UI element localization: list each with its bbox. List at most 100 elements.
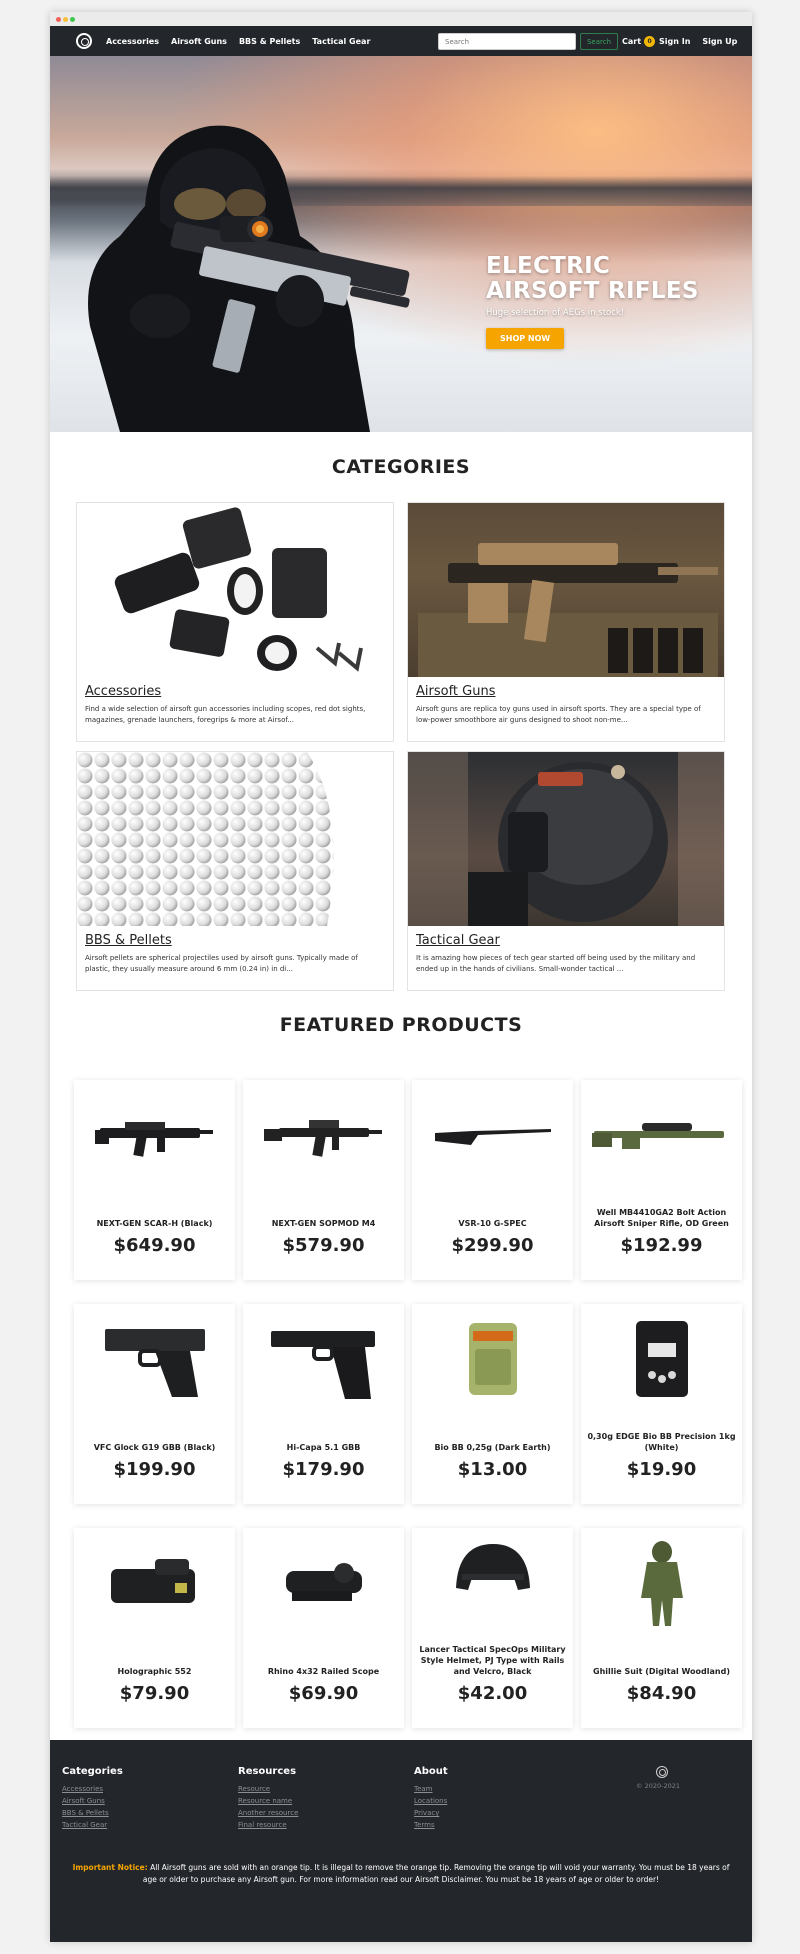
product-card[interactable]: Bio BB 0,25g (Dark Earth) $13.00: [412, 1304, 573, 1504]
product-card[interactable]: Lancer Tactical SpecOps Military Style H…: [412, 1528, 573, 1728]
hero-title-line2: AIRSOFT RIFLES: [486, 278, 699, 304]
product-name: VSR-10 G-SPEC: [458, 1219, 527, 1228]
product-name: Ghillie Suit (Digital Woodland): [593, 1667, 730, 1676]
product-name: Well MB4410GA2 Bolt Action Airsoft Snipe…: [594, 1208, 729, 1228]
cart-link[interactable]: Cart 0: [622, 26, 656, 56]
hero-soldier-image: [88, 125, 410, 432]
footer-column-about: About Team Locations Privacy Terms: [414, 1766, 448, 1831]
window-titlebar: [50, 12, 752, 26]
footer-link[interactable]: Airsoft Guns: [62, 1795, 123, 1807]
nav-links: Accessories Airsoft Guns BBS & Pellets T…: [106, 26, 370, 56]
product-image-bio-bb-dark-earth: [412, 1304, 573, 1414]
auth-links: Sign In Sign Up: [659, 26, 737, 56]
hero-subtitle: Huge selection of AEGs in stock!: [486, 308, 625, 318]
footer-heading: Categories: [62, 1766, 123, 1777]
nav-link-bbs-pellets[interactable]: BBS & Pellets: [239, 37, 300, 46]
product-price: $579.90: [282, 1235, 365, 1256]
product-price: $19.90: [626, 1459, 697, 1480]
footer-link[interactable]: BBS & Pellets: [62, 1807, 123, 1819]
product-image-vsr-10: [412, 1080, 573, 1190]
category-card-bbs-pellets[interactable]: BBS & Pellets Airsoft pellets are spheri…: [76, 751, 394, 991]
product-price: $69.90: [288, 1683, 359, 1704]
sign-in-link[interactable]: Sign In: [659, 37, 690, 46]
product-name: 0,30g EDGE Bio BB Precision 1kg (White): [587, 1432, 736, 1452]
footer-heading: About: [414, 1766, 448, 1777]
product-card[interactable]: NEXT-GEN SOPMOD M4 $579.90: [243, 1080, 404, 1280]
product-price: $192.99: [620, 1235, 703, 1256]
hero-text: ELECTRIC AIRSOFT RIFLES Huge selection o…: [486, 254, 726, 349]
shop-now-button[interactable]: SHOP NOW: [486, 328, 565, 349]
product-name: NEXT-GEN SOPMOD M4: [271, 1219, 376, 1228]
search-input[interactable]: [438, 33, 576, 50]
category-card-airsoft-guns[interactable]: Airsoft Guns Airsoft guns are replica to…: [407, 502, 725, 742]
product-name: VFC Glock G19 GBB (Black): [93, 1443, 216, 1452]
product-card[interactable]: NEXT-GEN SCAR-H (Black) $649.90: [74, 1080, 235, 1280]
site-logo-crosshair-icon[interactable]: [76, 33, 92, 49]
important-notice: Important Notice: All Airsoft guns are s…: [70, 1862, 732, 1886]
notice-text: All Airsoft guns are sold with an orange…: [142, 1863, 730, 1884]
category-title-bbs-pellets[interactable]: BBS & Pellets: [85, 933, 385, 948]
category-desc-accessories: Find a wide selection of airsoft gun acc…: [85, 705, 366, 724]
footer-link[interactable]: Another resource: [238, 1807, 298, 1819]
footer-heading: Resources: [238, 1766, 297, 1777]
footer: Categories Accessories Airsoft Guns BBS …: [50, 1740, 752, 1942]
category-desc-tactical-gear: It is amazing how pieces of tech gear st…: [416, 954, 696, 973]
product-image-scar-h: [74, 1080, 235, 1190]
product-price: $13.00: [457, 1459, 528, 1480]
product-image-lancer-helmet: [412, 1528, 573, 1618]
minimize-window-dot[interactable]: [63, 17, 68, 22]
footer-link[interactable]: Team: [414, 1783, 448, 1795]
product-card[interactable]: Holographic 552 $79.90: [74, 1528, 235, 1728]
product-image-glock-g19: [74, 1304, 235, 1414]
product-card[interactable]: VFC Glock G19 GBB (Black) $199.90: [74, 1304, 235, 1504]
hero-banner: ELECTRIC AIRSOFT RIFLES Huge selection o…: [50, 56, 752, 432]
nav-link-airsoft-guns[interactable]: Airsoft Guns: [171, 37, 227, 46]
product-card[interactable]: VSR-10 G-SPEC $299.90: [412, 1080, 573, 1280]
category-desc-airsoft-guns: Airsoft guns are replica toy guns used i…: [416, 705, 701, 724]
footer-link[interactable]: Locations: [414, 1795, 448, 1807]
product-price: $179.90: [282, 1459, 365, 1480]
tactical-gear-image: [408, 752, 724, 926]
product-name: Hi-Capa 5.1 GBB: [286, 1443, 361, 1452]
maximize-window-dot[interactable]: [70, 17, 75, 22]
product-card[interactable]: Hi-Capa 5.1 GBB $179.90: [243, 1304, 404, 1504]
browser-window: Accessories Airsoft Guns BBS & Pellets T…: [50, 12, 752, 1942]
product-image-rhino-scope: [243, 1528, 404, 1638]
product-card[interactable]: 0,30g EDGE Bio BB Precision 1kg (White) $…: [581, 1304, 742, 1504]
airsoft-guns-image: [408, 503, 724, 677]
footer-link[interactable]: Final resource: [238, 1819, 298, 1831]
category-title-accessories[interactable]: Accessories: [85, 684, 385, 699]
close-window-dot[interactable]: [56, 17, 61, 22]
accessories-image: [77, 503, 393, 677]
search-button[interactable]: Search: [580, 33, 618, 50]
footer-link[interactable]: Tactical Gear: [62, 1819, 123, 1831]
product-image-holographic-552: [74, 1528, 235, 1638]
product-image-edge-bio-bb: [581, 1304, 742, 1414]
product-card[interactable]: Rhino 4x32 Railed Scope $69.90: [243, 1528, 404, 1728]
product-card[interactable]: Ghillie Suit (Digital Woodland) $84.90: [581, 1528, 742, 1728]
product-image-hi-capa: [243, 1304, 404, 1414]
category-title-airsoft-guns[interactable]: Airsoft Guns: [416, 684, 716, 699]
footer-link[interactable]: Privacy: [414, 1807, 448, 1819]
product-card[interactable]: Well MB4410GA2 Bolt Action Airsoft Snipe…: [581, 1080, 742, 1280]
product-name: NEXT-GEN SCAR-H (Black): [96, 1219, 213, 1228]
category-card-accessories[interactable]: Accessories Find a wide selection of air…: [76, 502, 394, 742]
footer-link[interactable]: Resource name: [238, 1795, 298, 1807]
product-price: $649.90: [113, 1235, 196, 1256]
sign-up-link[interactable]: Sign Up: [702, 37, 737, 46]
nav-link-tactical-gear[interactable]: Tactical Gear: [312, 37, 370, 46]
product-name: Bio BB 0,25g (Dark Earth): [434, 1443, 551, 1452]
product-image-ghillie-suit: [581, 1528, 742, 1638]
footer-link[interactable]: Resource: [238, 1783, 298, 1795]
footer-logo-crosshair-icon: [656, 1766, 668, 1778]
category-title-tactical-gear[interactable]: Tactical Gear: [416, 933, 716, 948]
product-price: $199.90: [113, 1459, 196, 1480]
product-price: $79.90: [119, 1683, 190, 1704]
footer-link[interactable]: Accessories: [62, 1783, 123, 1795]
category-card-tactical-gear[interactable]: Tactical Gear It is amazing how pieces o…: [407, 751, 725, 991]
footer-link[interactable]: Terms: [414, 1819, 448, 1831]
nav-link-accessories[interactable]: Accessories: [106, 37, 159, 46]
product-name: Rhino 4x32 Railed Scope: [267, 1667, 380, 1676]
product-name: Holographic 552: [117, 1667, 192, 1676]
notice-label: Important Notice:: [72, 1863, 148, 1872]
